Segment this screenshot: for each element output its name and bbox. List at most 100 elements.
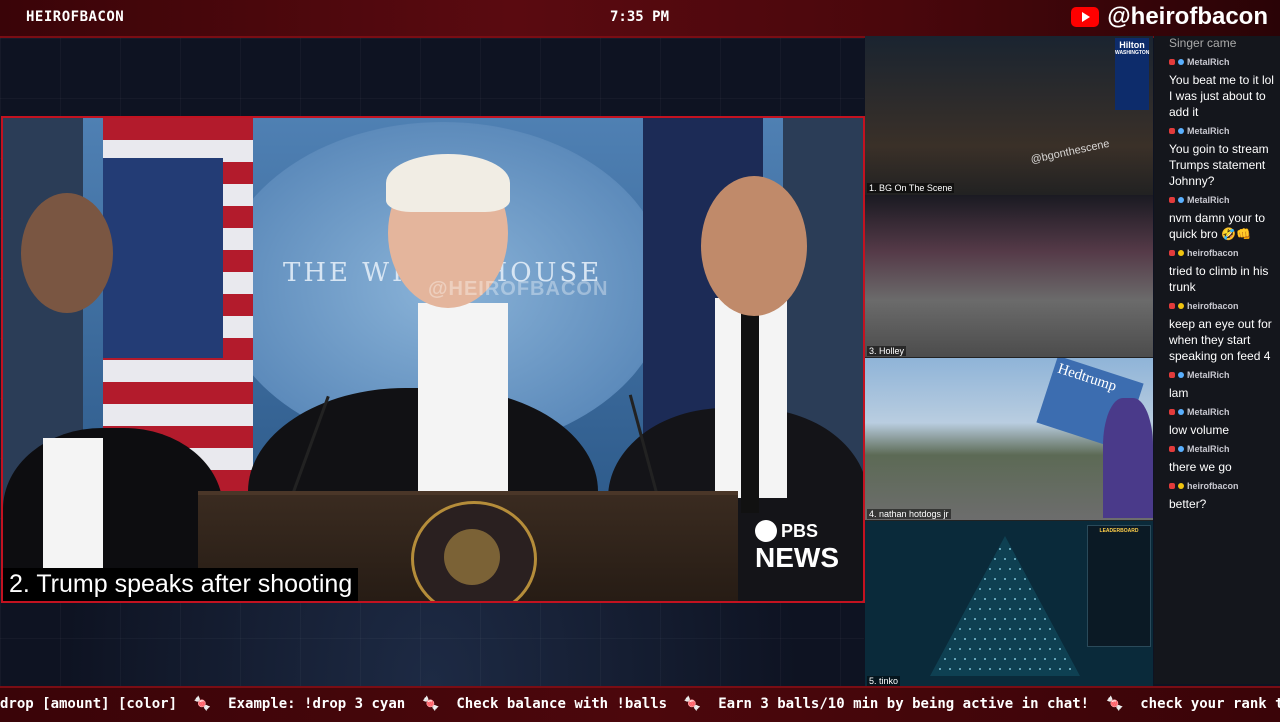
feed-1[interactable]: Hilton WASHINGTON @bgonthescene 1. BG On … [865, 36, 1153, 195]
person-center-shirt [418, 303, 508, 493]
chat-panel[interactable]: Singer came MetalRich You beat me to it … [1154, 36, 1280, 684]
plinko-peg [1019, 648, 1021, 650]
hilton-sign-mid: WASHINGTON [1115, 50, 1150, 56]
plinko-peg [994, 638, 996, 640]
candy-icon: 🍬 [422, 696, 440, 712]
plinko-peg [969, 628, 971, 630]
hilton-sign-top: Hilton [1119, 40, 1145, 50]
chat-username[interactable]: MetalRich [1187, 407, 1230, 417]
chat-username[interactable]: MetalRich [1187, 195, 1230, 205]
member-badge-icon [1178, 409, 1184, 415]
feed-4[interactable]: Hedtrump 4. nathan hotdogs jr [865, 358, 1153, 521]
plinko-peg [1019, 588, 1021, 590]
youtube-badge-icon [1169, 128, 1175, 134]
chat-message: heirofbacon better? [1154, 481, 1280, 512]
chat-username[interactable]: MetalRich [1187, 444, 1230, 454]
plinko-peg [1024, 658, 1026, 660]
plinko-peg [1039, 628, 1041, 630]
plinko-peg [984, 598, 986, 600]
plinko-peg [994, 618, 996, 620]
plinko-peg [1009, 568, 1011, 570]
chat-username[interactable]: MetalRich [1187, 370, 1230, 380]
chat-message-text: low volume [1169, 423, 1230, 437]
plinko-peg [1044, 658, 1046, 660]
plinko-peg [969, 648, 971, 650]
plinko-peg [974, 618, 976, 620]
chat-username[interactable]: MetalRich [1187, 126, 1230, 136]
plinko-peg [949, 648, 951, 650]
plinko-peg [989, 608, 991, 610]
person-right-tie [741, 313, 759, 513]
ticker-item: check your rank ty [1140, 696, 1280, 712]
main-video-feed[interactable]: THE WHITE HOUSE @HEIROFBACON PBS NEWS 2.… [1, 116, 865, 603]
plinko-peg [969, 668, 971, 670]
plinko-peg [979, 608, 981, 610]
plinko-peg [984, 578, 986, 580]
plinko-peg [1039, 648, 1041, 650]
ticker-item: Earn 3 balls/10 min by being active in c… [718, 696, 1090, 712]
leaderboard: LEADERBOARD [1087, 525, 1151, 647]
bottom-ticker: drop [amount] [color] 🍬 Example: !drop 3… [0, 686, 1280, 722]
plinko-peg [989, 568, 991, 570]
plinko-peg [989, 668, 991, 670]
plinko-peg [1004, 598, 1006, 600]
plinko-peg [984, 658, 986, 660]
plinko-peg [1039, 608, 1041, 610]
feed-3[interactable]: 3. Holley [865, 195, 1153, 358]
ticker-item: Example: !drop 3 cyan [228, 696, 406, 712]
chat-username[interactable]: MetalRich [1187, 57, 1230, 67]
plinko-peg [994, 558, 996, 560]
owner-crown-icon [1178, 250, 1184, 256]
plinko-peg [1019, 608, 1021, 610]
plinko-peg [1029, 608, 1031, 610]
chat-message-text: tried to climb in his trunk [1169, 264, 1269, 294]
plinko-peg [1049, 628, 1051, 630]
plinko-peg [959, 668, 961, 670]
chat-message: MetalRich nvm damn your to quick bro 🤣👊 [1154, 195, 1280, 242]
chat-message: Singer came [1154, 36, 1280, 51]
feed-1-watermark: @bgonthescene [1029, 137, 1111, 167]
plinko-peg [989, 588, 991, 590]
plinko-peg [1009, 608, 1011, 610]
chat-message-text: You beat me to it lol I was just about t… [1169, 73, 1274, 119]
plinko-peg [974, 598, 976, 600]
plinko-peg [1034, 618, 1036, 620]
plinko-board [930, 536, 1080, 676]
plinko-peg [1014, 598, 1016, 600]
youtube-badge-icon [1169, 372, 1175, 378]
plinko-peg [1004, 638, 1006, 640]
plinko-peg [994, 578, 996, 580]
member-badge-icon [1178, 446, 1184, 452]
plinko-peg [1019, 668, 1021, 670]
plinko-peg [1059, 668, 1061, 670]
chat-username[interactable]: heirofbacon [1187, 481, 1239, 491]
plinko-peg [984, 618, 986, 620]
plinko-peg [1019, 628, 1021, 630]
plinko-peg [964, 618, 966, 620]
plinko-peg [979, 588, 981, 590]
hilton-sign: Hilton WASHINGTON [1115, 38, 1149, 110]
feed-5[interactable]: LEADERBOARD 5. tinko [865, 521, 1153, 688]
plinko-peg [1009, 548, 1011, 550]
channel-name: HEIROFBACON [26, 9, 125, 25]
plinko-peg [999, 668, 1001, 670]
person-right-head [701, 176, 807, 316]
plinko-peg [1029, 668, 1031, 670]
chat-username[interactable]: heirofbacon [1187, 248, 1239, 258]
youtube-icon [1071, 7, 1100, 27]
owner-crown-icon [1178, 483, 1184, 489]
member-badge-icon [1178, 372, 1184, 378]
chat-username[interactable]: heirofbacon [1187, 301, 1239, 311]
plinko-peg [1034, 658, 1036, 660]
plinko-peg [999, 548, 1001, 550]
plinko-peg [999, 608, 1001, 610]
plinko-peg [1039, 668, 1041, 670]
plinko-peg [1014, 658, 1016, 660]
plinko-peg [979, 648, 981, 650]
plinko-peg [974, 638, 976, 640]
clock: 7:35 PM [610, 9, 670, 25]
youtube-badge-icon [1169, 409, 1175, 415]
plinko-peg [969, 608, 971, 610]
plinko-peg [1024, 638, 1026, 640]
youtube-badge-icon [1169, 483, 1175, 489]
